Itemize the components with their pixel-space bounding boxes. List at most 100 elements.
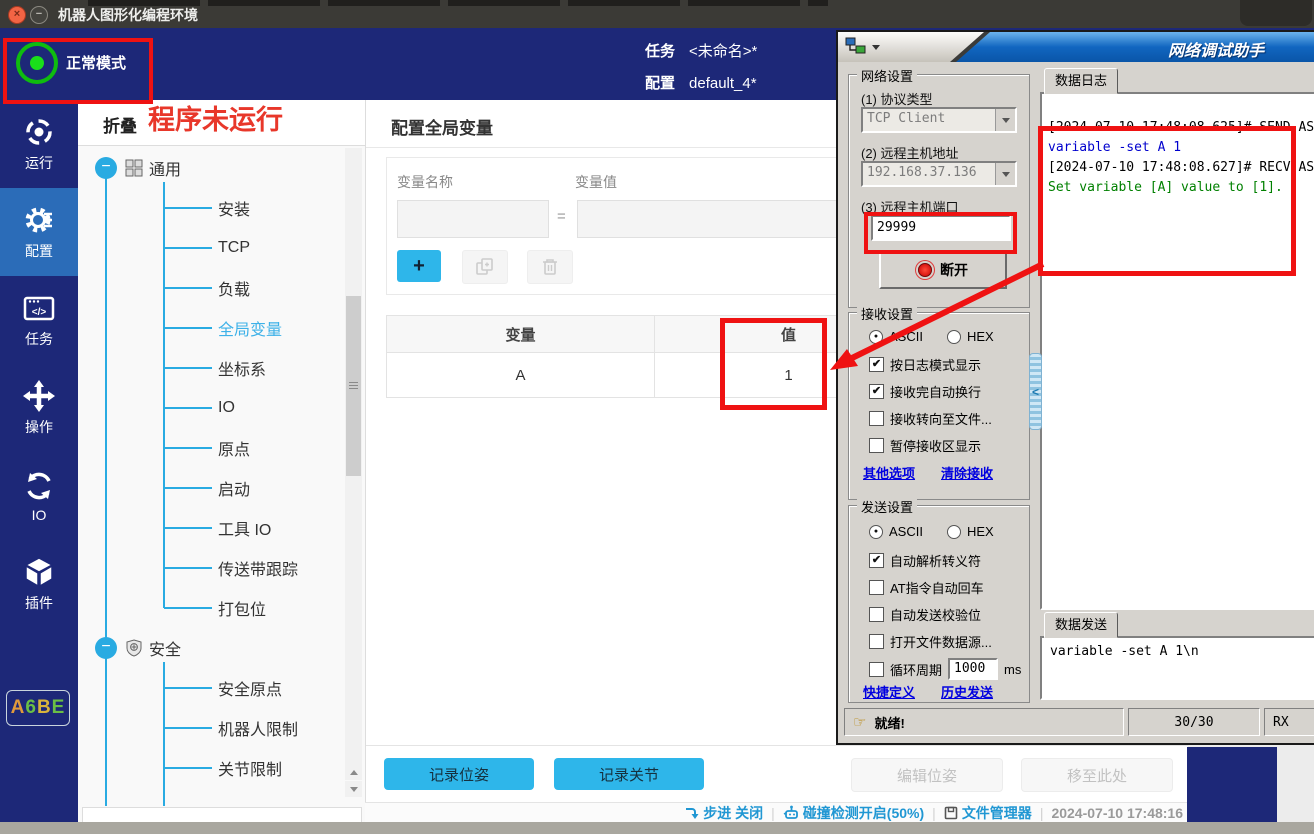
host-select[interactable]: 192.168.37.136 — [861, 161, 1017, 187]
sidebar-item-config[interactable]: 配置 — [0, 188, 78, 276]
send-cycle-checkbox[interactable]: 循环周期 1000 ms — [869, 658, 1021, 680]
tree-item-coords[interactable]: 坐标系 — [218, 348, 266, 388]
tree-item-tcp[interactable]: TCP — [218, 228, 250, 268]
step-toggle[interactable]: 步进 关闭 — [684, 803, 763, 823]
tree-item-global-vars[interactable]: 全局变量 — [218, 308, 282, 348]
var-value-label: 变量值 — [575, 172, 617, 192]
checkbox-icon: ✔ — [869, 384, 884, 399]
record-pose-button[interactable]: 记录位姿 — [384, 758, 534, 790]
add-variable-button[interactable]: + — [397, 250, 441, 282]
copy-icon — [475, 257, 495, 277]
shield-icon — [125, 639, 143, 657]
config-value: default_4* — [689, 75, 757, 92]
window-title: 机器人图形化编程环境 — [58, 5, 198, 25]
other-options-link[interactable]: 其他选项 — [863, 463, 915, 482]
collapse-minus-icon[interactable]: − — [95, 637, 117, 659]
menu-caret-icon[interactable] — [872, 45, 880, 50]
app-statusbar: 步进 关闭 | 碰撞检测开启(50%) | 文件管理器 | 2024-07-10… — [365, 802, 1187, 822]
os-dark-tab — [1240, 0, 1312, 26]
delete-variable-button[interactable] — [527, 250, 573, 284]
send-hex-radio[interactable]: HEX — [947, 524, 994, 539]
recv-autowrap-checkbox[interactable]: ✔ 接收完自动换行 — [869, 382, 981, 401]
radio-icon: ● — [869, 330, 883, 344]
move-here-button[interactable]: 移至此处 — [1021, 758, 1173, 792]
tree-item-tool-io[interactable]: 工具 IO — [218, 508, 271, 548]
send-input-area[interactable]: variable -set A 1\n — [1040, 636, 1314, 700]
netassist-status-rx: RX — [1264, 708, 1314, 736]
tree-scrollbar[interactable] — [345, 148, 362, 764]
tree-item-conveyor[interactable]: 传送带跟踪 — [218, 548, 298, 588]
dropdown-arrow-icon[interactable] — [995, 163, 1015, 185]
copy-variable-button[interactable] — [462, 250, 508, 284]
panel-collapse-handle[interactable]: < — [1029, 353, 1042, 430]
network-icon — [845, 37, 867, 55]
tree-item-safe-home[interactable]: 安全原点 — [218, 668, 282, 708]
tree-item-joint-limits[interactable]: 关节限制 — [218, 748, 282, 788]
file-manager-icon — [944, 806, 958, 820]
tree-item-payload[interactable]: 负载 — [218, 268, 250, 308]
tab-data-log[interactable]: 数据日志 — [1044, 68, 1118, 94]
scroll-down-button[interactable] — [345, 781, 362, 797]
var-name-input[interactable] — [397, 200, 549, 238]
send-file-source-checkbox[interactable]: 打开文件数据源... — [869, 632, 992, 651]
data-log-area[interactable]: [2024-07-10 17:48:08.625]# SEND ASCII va… — [1040, 92, 1314, 610]
bottom-button-bar: 记录位姿 记录关节 编辑位姿 移至此处 — [366, 745, 1188, 803]
desktop-bottom-strip — [0, 822, 1314, 834]
tree-item-home[interactable]: 原点 — [218, 428, 250, 468]
collapse-minus-icon[interactable]: − — [95, 157, 117, 179]
log-line-send-payload: variable -set A 1 — [1048, 138, 1314, 158]
send-escape-checkbox[interactable]: ✔ 自动解析转义符 — [869, 551, 981, 570]
cycle-period-input[interactable]: 1000 — [948, 658, 998, 680]
collision-toggle[interactable]: 碰撞检测开启(50%) — [783, 803, 924, 823]
checkbox-icon — [869, 662, 884, 677]
dropdown-arrow-icon[interactable] — [995, 109, 1015, 131]
file-manager-button[interactable]: 文件管理器 — [944, 803, 1032, 823]
recv-pause-checkbox[interactable]: 暂停接收区显示 — [869, 436, 981, 455]
host-label: (2) 远程主机地址 — [861, 143, 959, 162]
tree-item-robot-limits[interactable]: 机器人限制 — [218, 708, 298, 748]
net-assistant-window: 网络调试助手 网络设置 (1) 协议类型 TCP Client (2) 远程主机… — [836, 30, 1314, 745]
netassist-titlebar[interactable]: 网络调试助手 — [838, 32, 1314, 62]
recv-to-file-checkbox[interactable]: 接收转向至文件... — [869, 409, 992, 428]
tree-group-general[interactable]: − 通用 — [95, 148, 181, 188]
port-input[interactable]: 29999 — [871, 215, 1011, 241]
sidebar-item-run[interactable]: 运行 — [0, 100, 78, 188]
tree-item-packing[interactable]: 打包位 — [218, 588, 266, 628]
close-icon[interactable]: × — [8, 6, 26, 24]
edit-pose-button[interactable]: 编辑位姿 — [851, 758, 1003, 792]
tree-item-io[interactable]: IO — [218, 388, 235, 428]
recv-hex-radio[interactable]: HEX — [947, 329, 994, 344]
right-gray-panel — [1277, 745, 1314, 823]
step-icon — [684, 806, 699, 820]
grid-icon — [125, 159, 143, 177]
tree-item-startup[interactable]: 启动 — [218, 468, 250, 508]
send-at-cr-checkbox[interactable]: AT指令自动回车 — [869, 578, 984, 597]
shortcut-define-link[interactable]: 快捷定义 — [863, 682, 915, 701]
disconnect-button[interactable]: 断开 — [879, 251, 1007, 289]
right-navy-panel — [1187, 747, 1277, 825]
recv-log-mode-checkbox[interactable]: ✔ 按日志模式显示 — [869, 355, 981, 374]
tab-data-send[interactable]: 数据发送 — [1044, 612, 1118, 638]
send-checksum-checkbox[interactable]: 自动发送校验位 — [869, 605, 981, 624]
protocol-select[interactable]: TCP Client — [861, 107, 1017, 133]
tree-group-safety[interactable]: − 安全 — [95, 628, 181, 668]
clear-receive-link[interactable]: 清除接收 — [941, 463, 993, 482]
move-arrows-icon — [22, 379, 56, 413]
history-send-link[interactable]: 历史发送 — [941, 682, 993, 701]
sidebar-item-operate[interactable]: 操作 — [0, 364, 78, 452]
scrollbar-thumb[interactable] — [346, 296, 361, 476]
sidebar-item-plugin[interactable]: 插件 — [0, 540, 78, 628]
checkbox-icon — [869, 438, 884, 453]
record-joint-button[interactable]: 记录关节 — [554, 758, 704, 790]
minimize-icon[interactable]: − — [30, 6, 48, 24]
checkbox-icon — [869, 411, 884, 426]
task-value: <未命名>* — [689, 43, 757, 60]
recv-ascii-radio[interactable]: ● ASCII — [869, 329, 923, 344]
tree-item-install[interactable]: 安装 — [218, 188, 250, 228]
sidebar-item-task[interactable]: </> 任务 — [0, 276, 78, 364]
ready-hand-icon: ☞ — [853, 713, 866, 731]
sidebar-item-io[interactable]: IO — [0, 452, 78, 540]
send-ascii-radio[interactable]: ● ASCII — [869, 524, 923, 539]
scroll-up-button[interactable] — [345, 764, 362, 780]
collapse-button[interactable]: 折叠 — [103, 112, 137, 137]
